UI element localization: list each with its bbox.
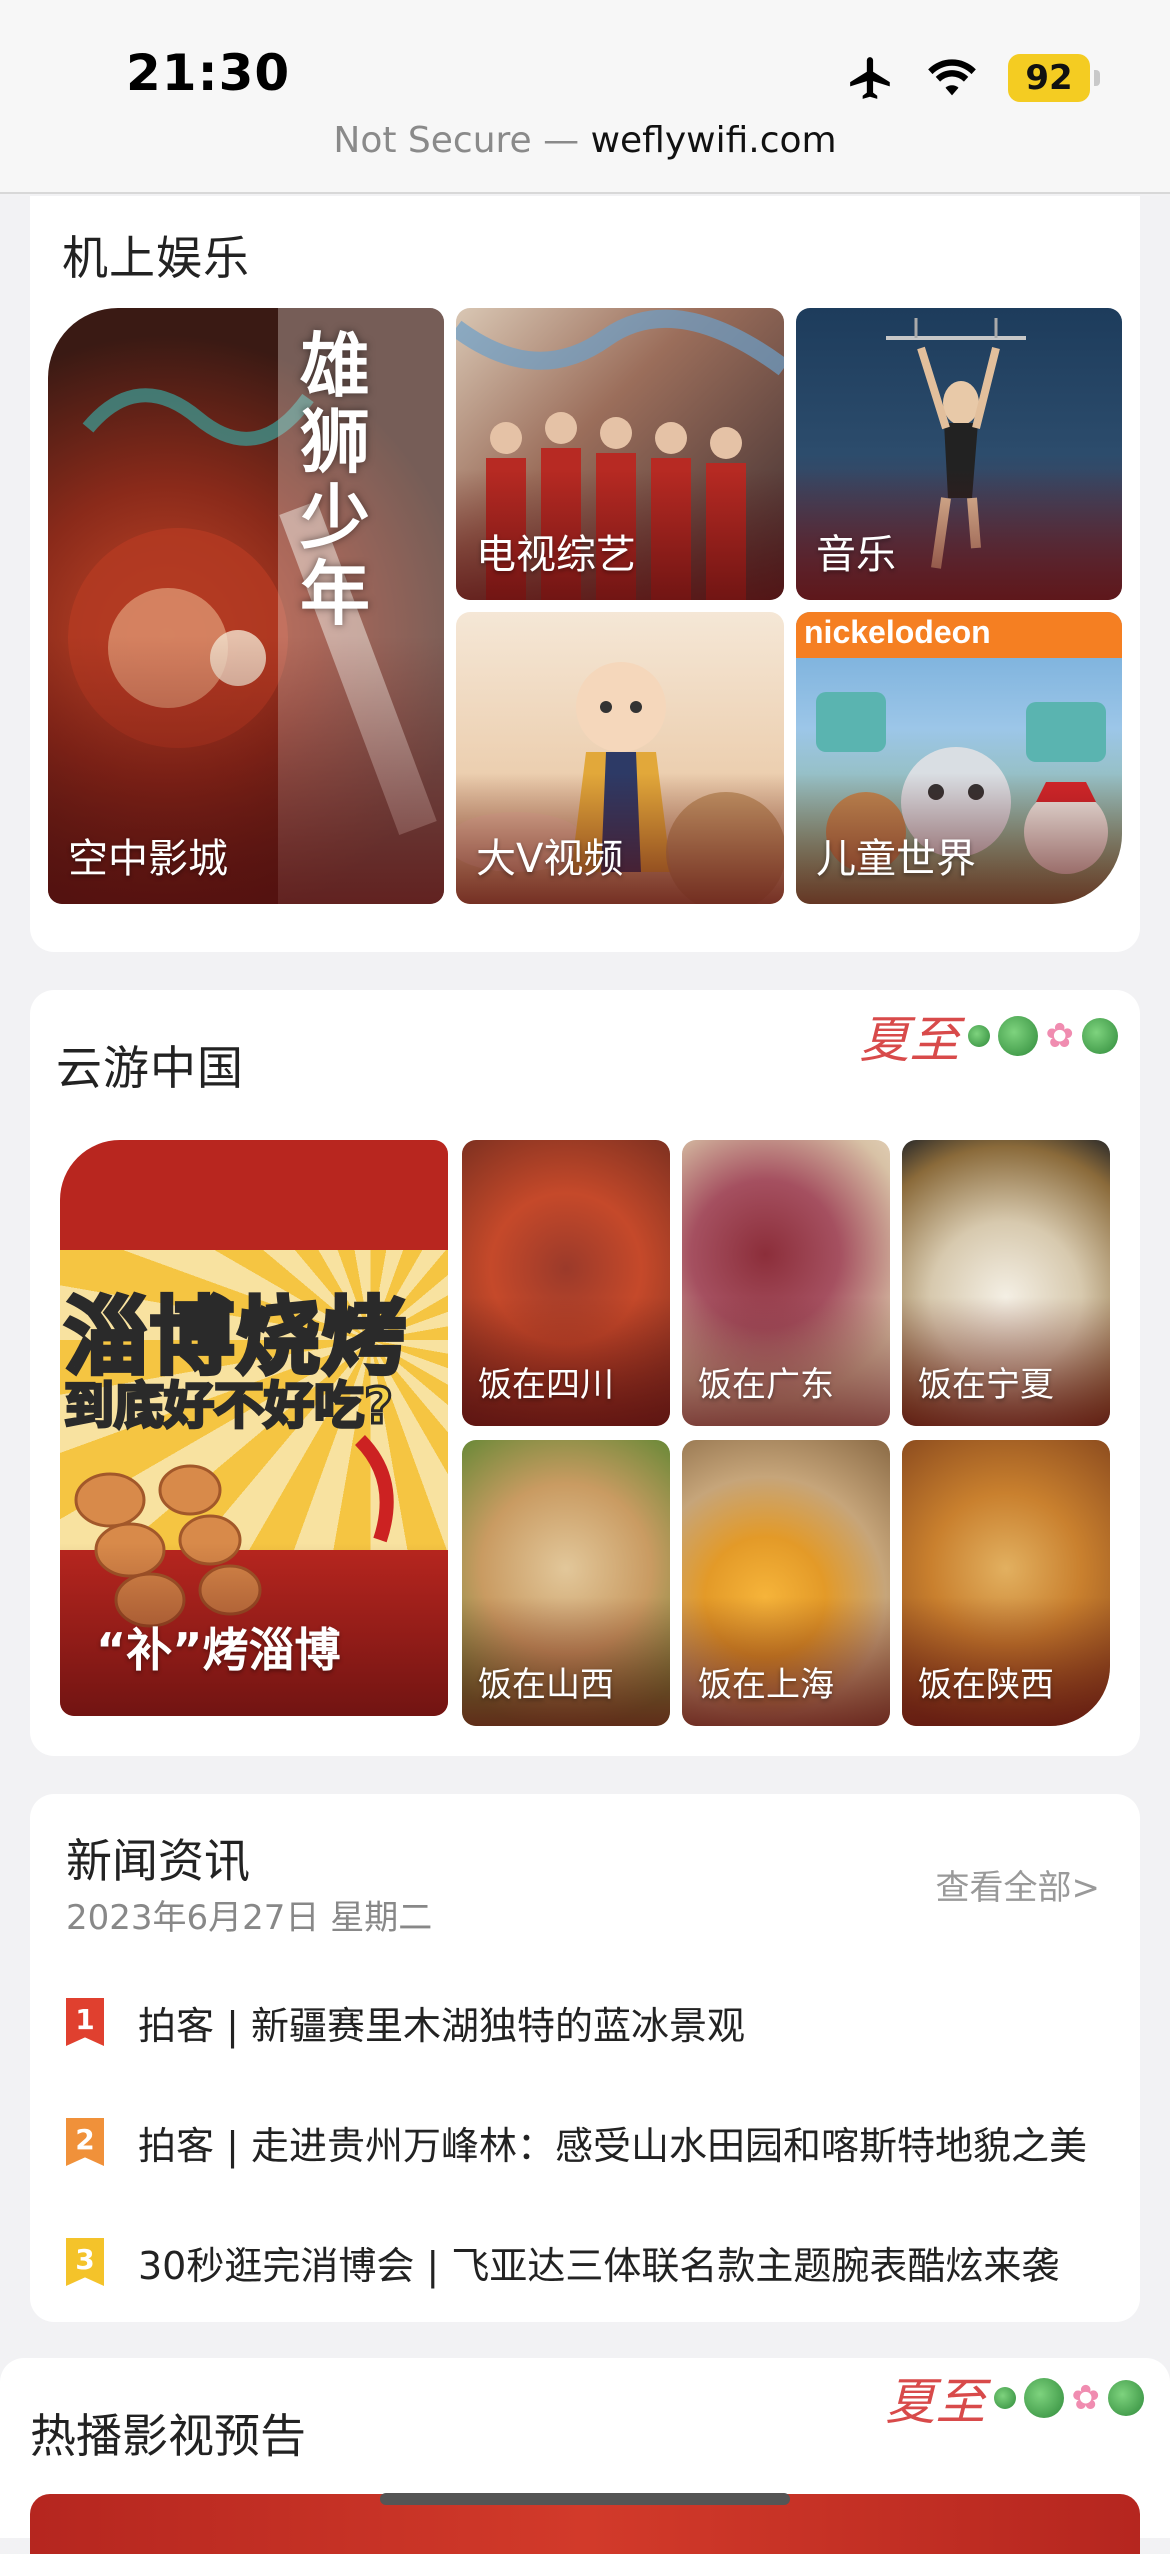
status-bar: 21:30 92 Not Secure — weflywifi.com: [0, 0, 1170, 194]
tile-label: 饭在陕西: [918, 1665, 1054, 1705]
tile-music[interactable]: 音乐: [796, 308, 1122, 600]
deco-text: 夏至: [859, 1011, 960, 1069]
news-headline: 30秒逛完消博会 | 飞亚达三体联名款主题腕表酷炫来袭: [138, 2243, 1060, 2288]
airplane-icon: [850, 57, 890, 99]
tile-tv-variety[interactable]: 电视综艺: [456, 308, 784, 600]
summer-solstice-decoration: 夏至 ✿: [859, 1000, 1118, 1072]
section-title-travel: 云游中国: [56, 1041, 244, 1095]
deco-dot-icon: [1108, 2380, 1144, 2416]
status-icons: 92: [846, 48, 1100, 108]
tile-label: 大V视频: [476, 836, 624, 882]
rank-badge: 2: [66, 2118, 104, 2166]
tile-label: 空中影城: [68, 836, 228, 882]
news-item[interactable]: 1 拍客 | 新疆赛里木湖独特的蓝冰景观: [66, 1992, 1106, 2052]
clock: 21:30: [126, 44, 291, 102]
tile-label: 饭在宁夏: [918, 1365, 1054, 1405]
home-indicator[interactable]: [380, 2493, 790, 2505]
tile-zibo-bbq-feature[interactable]: 淄博烧烤 到底好不好吃? “补”烤淄博: [60, 1140, 448, 1716]
deco-text: 夏至: [885, 2373, 986, 2431]
url-host: weflywifi.com: [590, 120, 837, 161]
news-item[interactable]: 3 30秒逛完消博会 | 飞亚达三体联名款主题腕表酷炫来袭: [66, 2232, 1106, 2292]
tile-kids-world[interactable]: nickelodeon 儿童世界: [796, 612, 1122, 904]
news-date: 2023年6月27日 星期二: [66, 1898, 433, 1938]
travel-card: 云游中国 夏至 ✿ 淄博烧烤 到底好不好吃? “补”烤淄博 饭在四川 饭在广东: [30, 990, 1140, 1756]
view-all-link[interactable]: 查看全部>: [936, 1860, 1101, 1909]
deco-dot-icon: [1082, 1018, 1118, 1054]
battery-level: 92: [1025, 58, 1073, 98]
tile-label: 饭在四川: [478, 1365, 614, 1405]
tile-label: 音乐: [816, 532, 896, 578]
tile-food-sichuan[interactable]: 饭在四川: [462, 1140, 670, 1426]
rank-badge: 3: [66, 2238, 104, 2286]
deco-dot-icon: [967, 1025, 990, 1047]
section-title-news: 新闻资讯: [66, 1834, 250, 1888]
tile-movies[interactable]: 雄狮少年 空中影城: [48, 308, 444, 904]
tile-food-shanxi[interactable]: 饭在山西: [462, 1440, 670, 1726]
battery-icon: 92: [1008, 54, 1100, 102]
tile-label: “补”烤淄博: [96, 1623, 341, 1677]
summer-solstice-decoration: 夏至 ✿: [885, 2362, 1144, 2434]
tile-vlog-video[interactable]: 大V视频: [456, 612, 784, 904]
rank-badge: 1: [66, 1998, 104, 2046]
section-title-trailers: 热播影视预告: [30, 2409, 306, 2463]
url-bar[interactable]: Not Secure — weflywifi.com: [0, 120, 1170, 161]
tile-food-shanghai[interactable]: 饭在上海: [682, 1440, 890, 1726]
tile-label: 儿童世界: [816, 836, 976, 882]
tile-label: 饭在山西: [478, 1665, 614, 1705]
news-headline: 拍客 | 走进贵州万峰林：感受山水田园和喀斯特地貌之美: [138, 2123, 1087, 2168]
wifi-icon: [928, 59, 976, 96]
news-headline: 拍客 | 新疆赛里木湖独特的蓝冰景观: [138, 2003, 745, 2048]
deco-dot-icon: [997, 1016, 1038, 1056]
entertainment-card: 机上娱乐 雄狮少年 空中影城 电视综艺 音乐 大V视频 nickelodeon …: [30, 196, 1140, 952]
tile-label: 饭在上海: [698, 1665, 834, 1705]
tile-food-shaanxi[interactable]: 饭在陕西: [902, 1440, 1110, 1726]
tile-food-guangdong[interactable]: 饭在广东: [682, 1140, 890, 1426]
security-label: Not Secure —: [333, 120, 591, 161]
tile-food-ningxia[interactable]: 饭在宁夏: [902, 1140, 1110, 1426]
flower-icon: ✿: [1071, 2378, 1101, 2418]
section-title-entertainment: 机上娱乐: [62, 231, 250, 285]
tile-label: 饭在广东: [698, 1365, 834, 1405]
tile-label: 电视综艺: [476, 532, 636, 578]
flower-icon: ✿: [1045, 1016, 1075, 1056]
deco-dot-icon: [1023, 2378, 1064, 2418]
news-item[interactable]: 2 拍客 | 走进贵州万峰林：感受山水田园和喀斯特地貌之美: [66, 2112, 1106, 2172]
poster-title: 雄狮少年: [300, 324, 370, 635]
deco-dot-icon: [993, 2387, 1016, 2409]
